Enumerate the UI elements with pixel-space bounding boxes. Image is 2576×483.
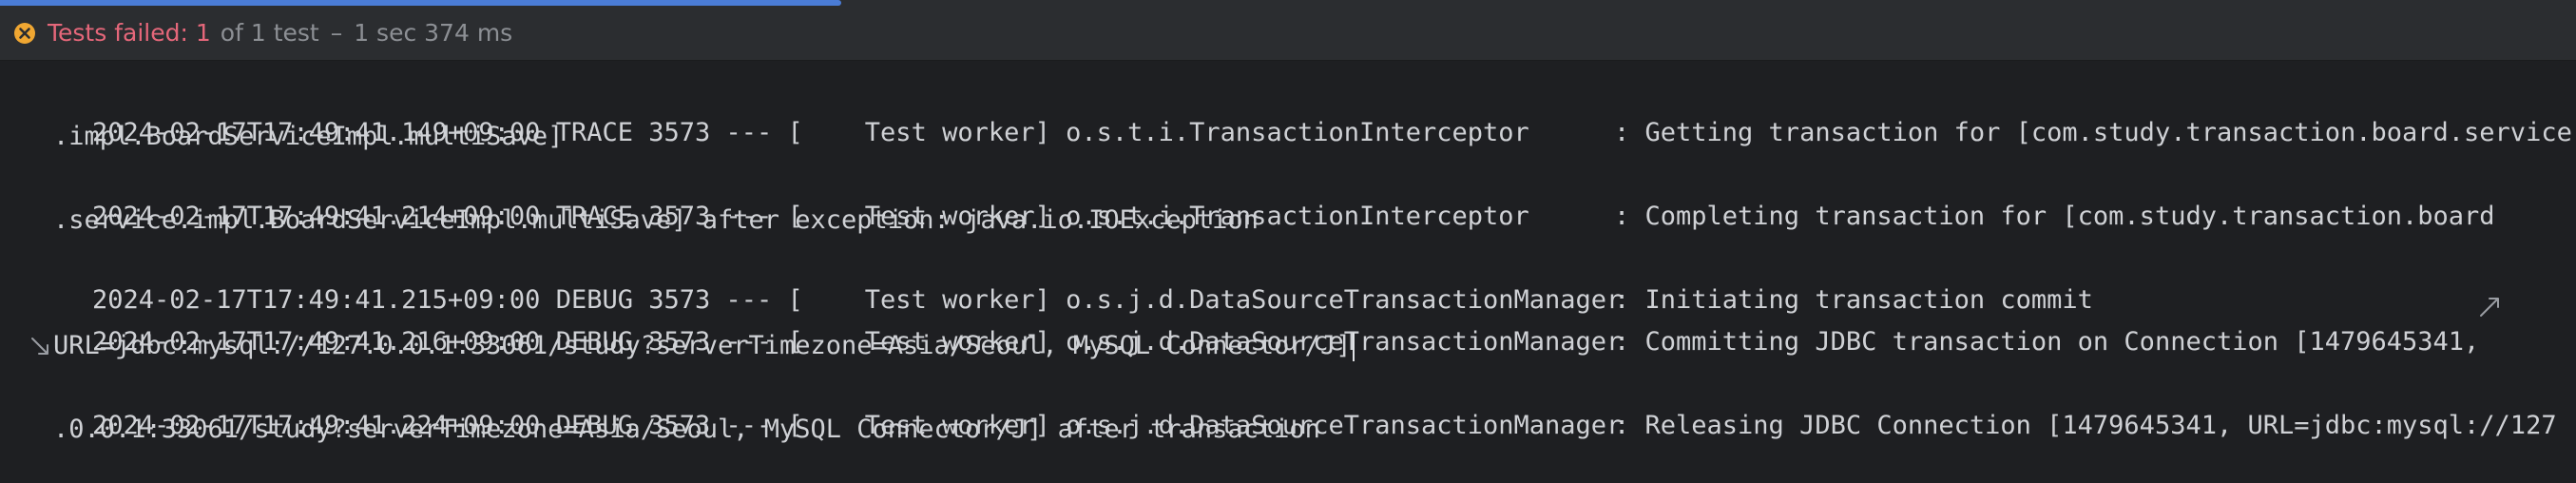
soft-wrap-arrow-icon: [2480, 298, 2499, 317]
tests-failed-label: Tests failed:: [48, 19, 188, 47]
failed-count: 1: [195, 19, 211, 47]
log-line-continuation: .0.0.1:33061/study?serverTimezone=Asia/S…: [53, 415, 1320, 444]
total-tests-text: of 1 test: [220, 19, 319, 47]
log-line-continuation: .impl.BoardServiceImpl.multiSave]: [53, 122, 564, 151]
test-duration: 1 sec 374 ms: [354, 19, 513, 47]
log-line-continuation: .service.impl.BoardServiceImpl.multiSave…: [53, 205, 1259, 235]
log-continuation-text: URL=jdbc:mysql://127.0.0.1:33061/study?s…: [53, 331, 1352, 360]
log-line-continuation: URL=jdbc:mysql://127.0.0.1:33061/study?s…: [53, 327, 1355, 365]
text-caret: [1353, 332, 1355, 361]
console-output[interactable]: 2024-02-17T17:49:41.149+09:00 TRACE 3573…: [0, 61, 2576, 468]
soft-wrap-return-icon: [31, 338, 48, 355]
test-status-bar: Tests failed: 1 of 1 test – 1 sec 374 ms: [0, 6, 2576, 61]
status-separator: –: [330, 19, 343, 47]
log-message: : Releasing JDBC Connection [1479645341,…: [1614, 411, 2557, 440]
log-message: : Completing transaction for [com.study.…: [1614, 202, 2495, 231]
log-message: : Committing JDBC transaction on Connect…: [1614, 327, 2480, 357]
fail-circle-x-icon: [14, 22, 35, 44]
log-message: : Getting transaction for [com.study.tra…: [1614, 118, 2572, 147]
log-message: : Initiating transaction commit: [1614, 285, 2093, 315]
